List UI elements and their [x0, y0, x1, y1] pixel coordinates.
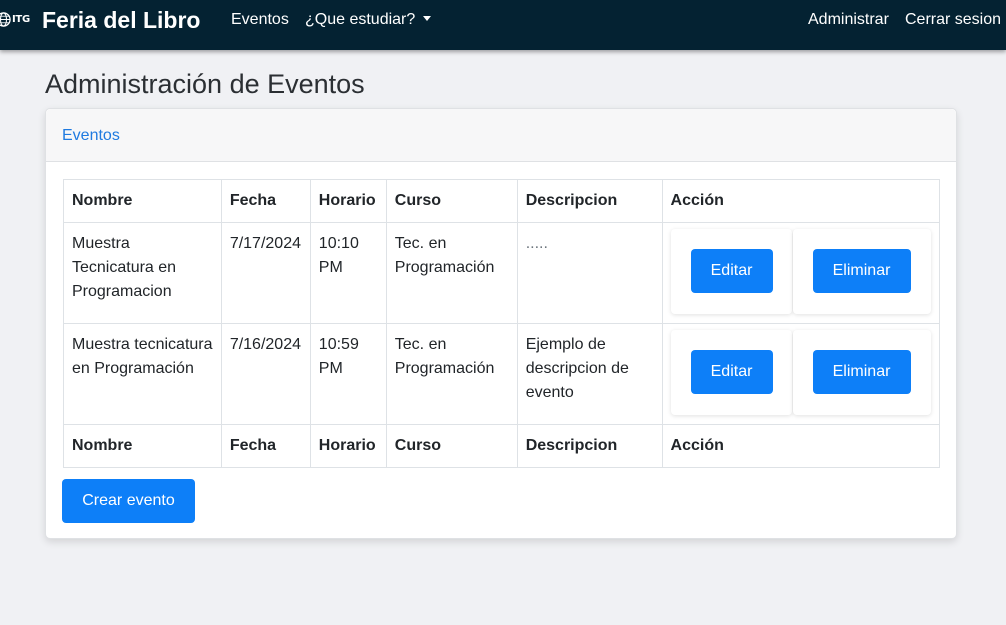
footer-header-curso: Curso: [385, 424, 518, 468]
cell-descripcion: .....: [516, 222, 663, 324]
logo-text: ITG: [12, 13, 30, 25]
events-table: Nombre Fecha Horario Curso Descripcion A…: [63, 179, 941, 468]
delete-button[interactable]: Eliminar: [812, 249, 911, 293]
create-event-button[interactable]: Crear evento: [62, 479, 195, 523]
column-header-fecha: Fecha: [220, 179, 311, 223]
caret-down-icon: [423, 16, 432, 21]
cell-fecha: 7/16/2024: [220, 323, 311, 425]
cell-descripcion: Ejemplo de descripcion de evento: [516, 323, 663, 425]
edit-button[interactable]: Editar: [690, 249, 773, 293]
cell-acciones: Editar Eliminar: [661, 222, 941, 324]
footer-header-horario: Horario: [309, 424, 387, 468]
column-header-curso: Curso: [385, 179, 518, 223]
cell-acciones: Editar Eliminar: [661, 323, 941, 425]
cell-horario: 10:59 PM: [309, 323, 387, 425]
edit-button[interactable]: Editar: [690, 350, 773, 394]
table-row: Muestra tecnicatura en Programación 7/16…: [63, 323, 941, 425]
footer-header-accion: Acción: [661, 424, 941, 468]
nav-dropdown-label: ¿Que estudiar?: [305, 11, 416, 28]
column-header-horario: Horario: [309, 179, 387, 223]
footer-header-nombre: Nombre: [63, 424, 222, 468]
cell-fecha: 7/17/2024: [220, 222, 311, 324]
events-card: Eventos Nombre Fecha Horario Curso Descr…: [45, 108, 957, 539]
top-navbar: ITG Feria del Libro Eventos ¿Que estudia…: [0, 0, 1006, 50]
cell-curso: Tec. en Programación: [385, 323, 518, 425]
delete-action-box: Eliminar: [792, 330, 931, 415]
nav-link-cerrar-sesion[interactable]: Cerrar sesion: [905, 10, 1001, 30]
itg-logo[interactable]: ITG: [0, 9, 30, 29]
footer-header-fecha: Fecha: [220, 424, 311, 468]
column-header-accion: Acción: [661, 179, 941, 223]
cell-nombre: Muestra tecnicatura en Programación: [63, 323, 222, 425]
card-header-title: Eventos: [62, 127, 120, 144]
edit-action-box: Editar: [670, 229, 792, 314]
nav-dropdown-que-estudiar[interactable]: ¿Que estudiar?: [305, 10, 432, 30]
cell-nombre: Muestra Tecnicatura en Programacion: [63, 222, 222, 324]
nav-link-eventos[interactable]: Eventos: [231, 10, 289, 30]
column-header-descripcion: Descripcion: [516, 179, 663, 223]
table-row: Muestra Tecnicatura en Programacion 7/17…: [63, 222, 941, 324]
cell-horario: 10:10 PM: [309, 222, 387, 324]
cell-curso: Tec. en Programación: [385, 222, 518, 324]
globe-icon: [0, 11, 11, 27]
delete-action-box: Eliminar: [792, 229, 931, 314]
edit-action-box: Editar: [670, 330, 792, 415]
column-header-nombre: Nombre: [63, 179, 222, 223]
footer-header-descripcion: Descripcion: [516, 424, 663, 468]
delete-button[interactable]: Eliminar: [812, 350, 911, 394]
card-header: Eventos: [46, 109, 956, 162]
nav-link-administrar[interactable]: Administrar: [808, 10, 889, 30]
page-title: Administración de Eventos: [45, 69, 365, 99]
table-header-row: Nombre Fecha Horario Curso Descripcion A…: [63, 179, 941, 223]
brand-title[interactable]: Feria del Libro: [42, 6, 200, 34]
table-footer-row: Nombre Fecha Horario Curso Descripcion A…: [63, 424, 941, 468]
